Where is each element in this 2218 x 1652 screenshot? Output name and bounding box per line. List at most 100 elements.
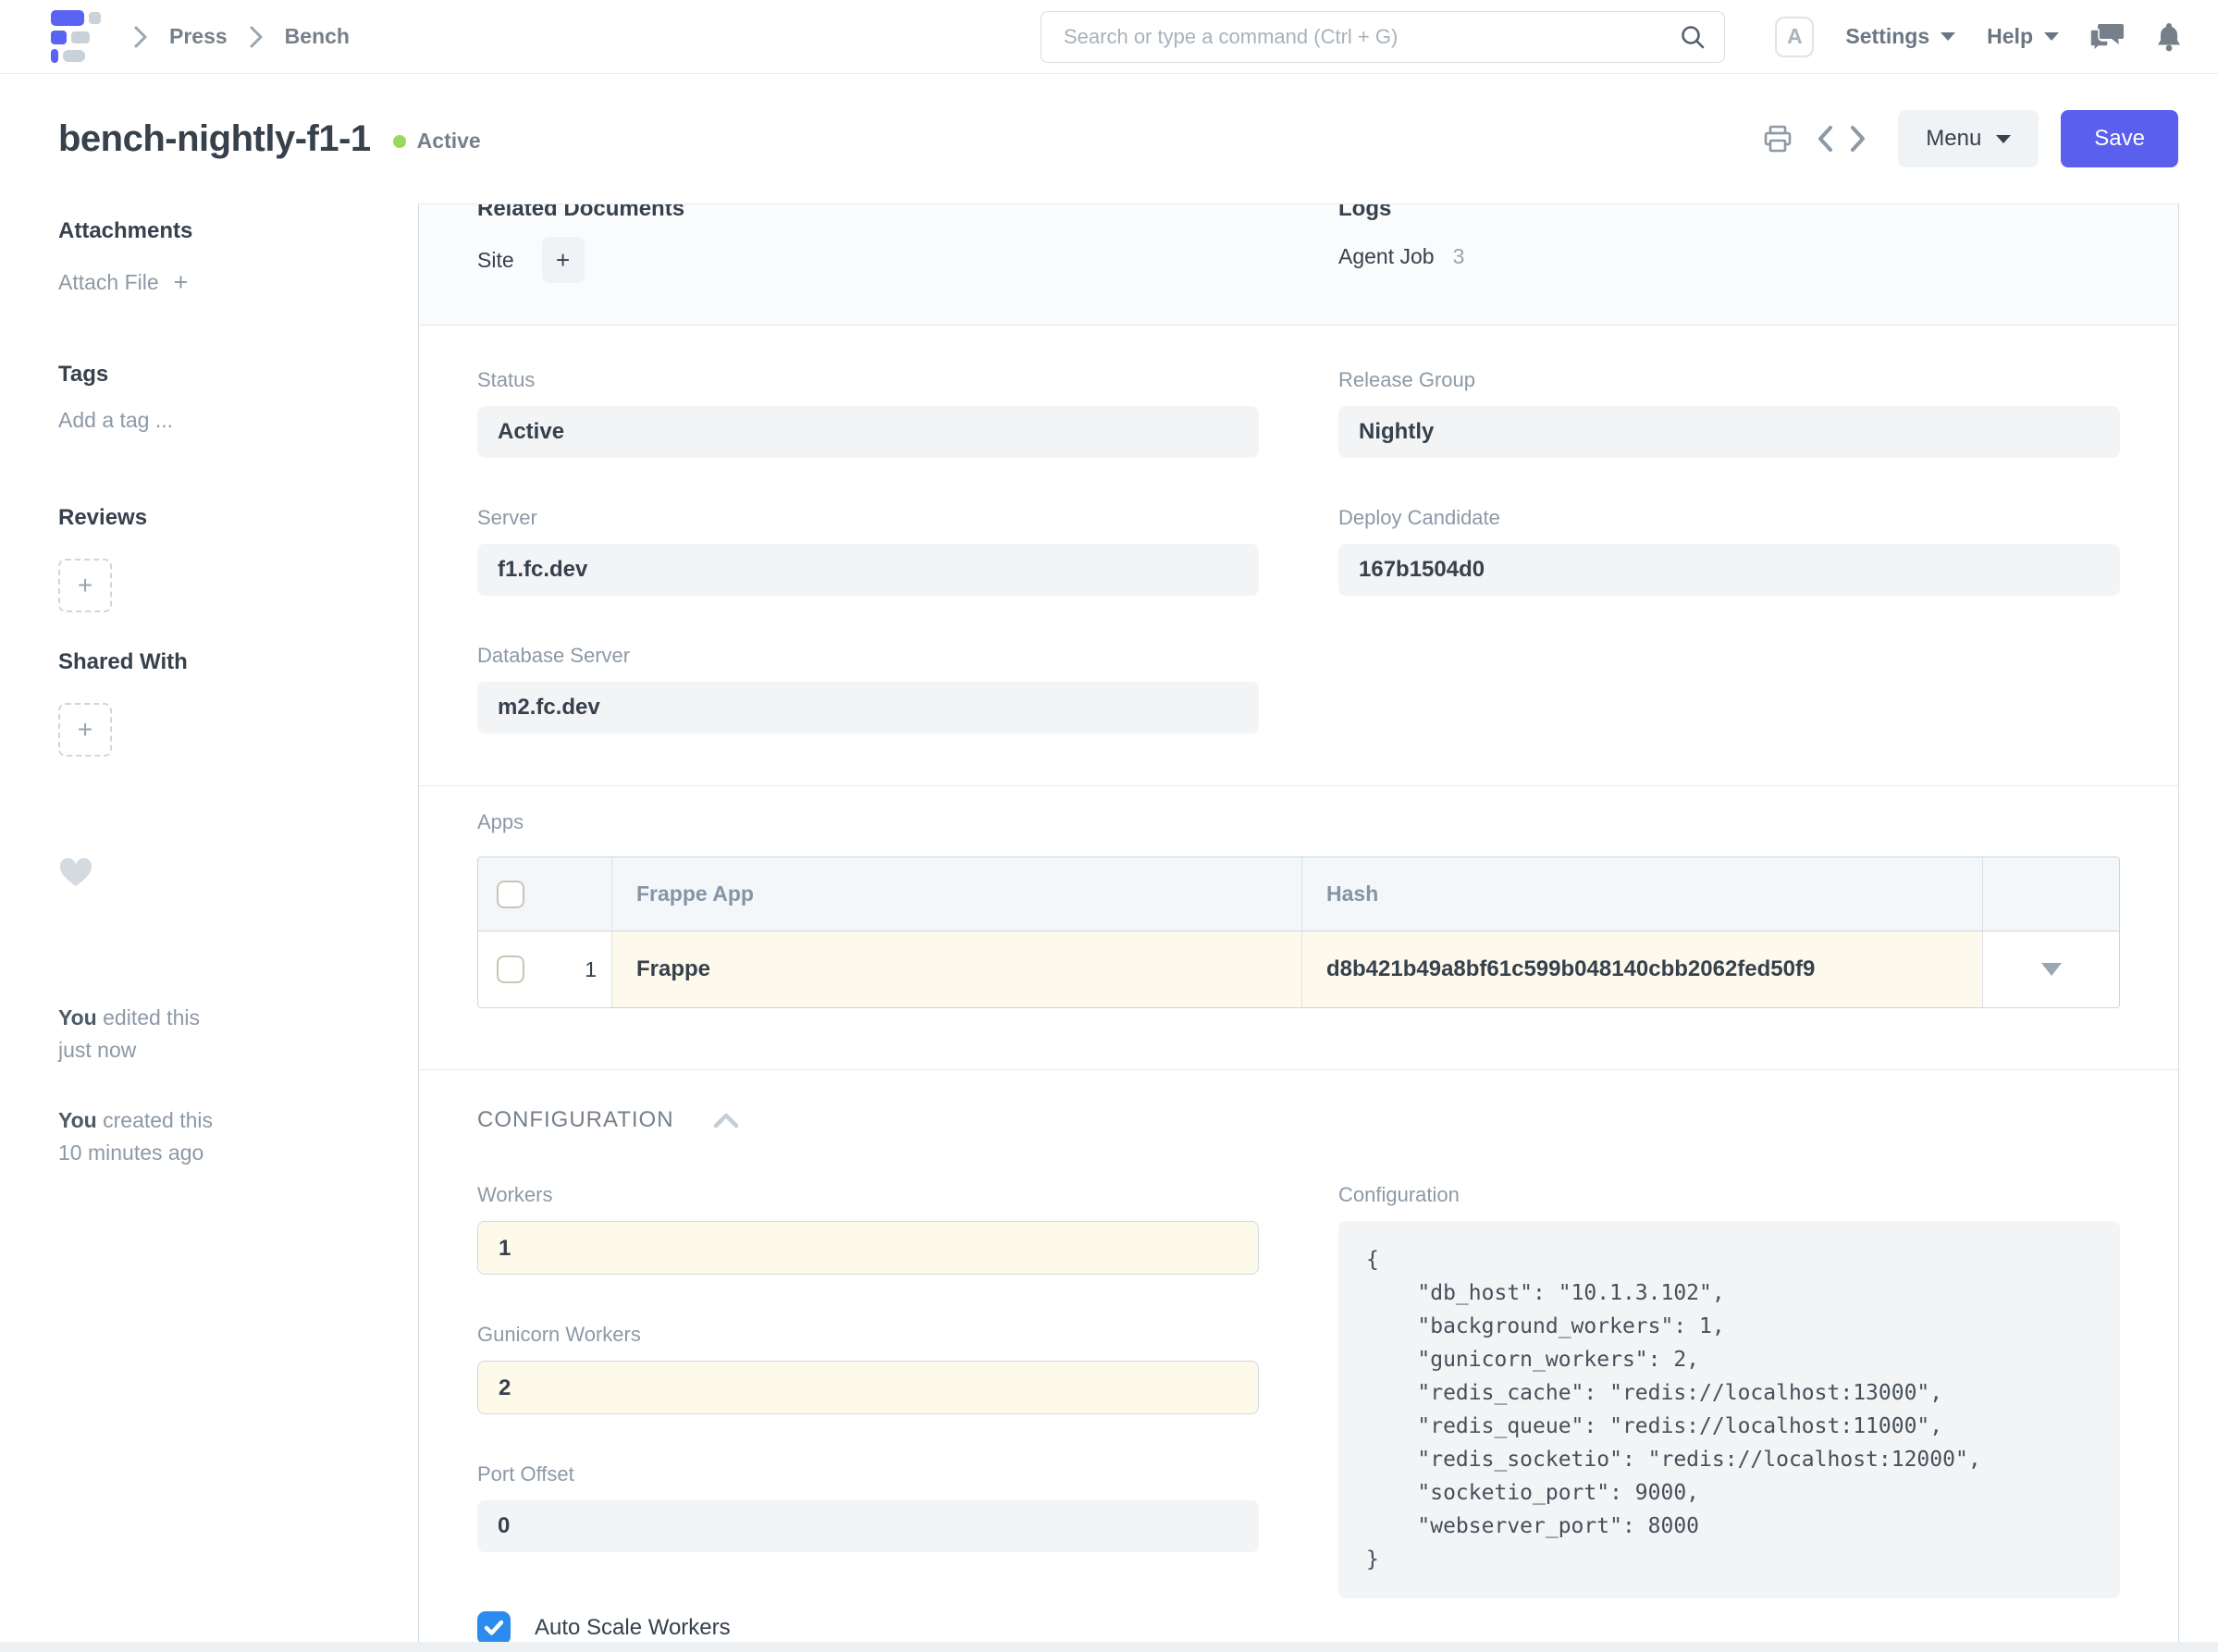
status-indicator-dot bbox=[393, 135, 406, 148]
activity-edited: You edited this just now bbox=[58, 1002, 381, 1066]
configuration-json-code[interactable]: { "db_host": "10.1.3.102", "background_w… bbox=[1338, 1221, 2120, 1598]
form-dashboard: Related Documents Site + Logs Agent Job … bbox=[419, 203, 2178, 326]
gunicorn-workers-input[interactable]: 2 bbox=[477, 1361, 1259, 1414]
logs-block: Logs Agent Job 3 bbox=[1338, 204, 2120, 325]
next-document-chevron-icon[interactable] bbox=[1850, 124, 1867, 154]
workers-input[interactable]: 1 bbox=[477, 1221, 1259, 1275]
caret-down-icon bbox=[1996, 135, 2011, 143]
activity-user: You bbox=[58, 1108, 97, 1132]
attachments-title: Attachments bbox=[58, 218, 381, 244]
apps-header-app: Frappe App bbox=[612, 857, 1302, 931]
plus-icon: + bbox=[78, 571, 92, 600]
port-offset-label: Port Offset bbox=[477, 1462, 1259, 1486]
breadcrumb-chevron-icon bbox=[248, 24, 265, 50]
reviews-title: Reviews bbox=[58, 505, 381, 531]
notifications-bell-icon[interactable] bbox=[2155, 21, 2183, 53]
caret-down-icon bbox=[2044, 32, 2059, 41]
menu-button[interactable]: Menu bbox=[1898, 110, 2039, 167]
prev-document-chevron-icon[interactable] bbox=[1817, 124, 1833, 154]
workers-field: Workers 1 bbox=[477, 1183, 1259, 1275]
server-label: Server bbox=[477, 506, 1259, 530]
release-group-field: Release Group Nightly bbox=[1338, 368, 2120, 458]
auto-scale-checkbox[interactable] bbox=[477, 1611, 511, 1645]
activity-action: created this bbox=[103, 1108, 213, 1132]
help-menu[interactable]: Help bbox=[1987, 24, 2059, 49]
port-offset-field: Port Offset 0 bbox=[477, 1462, 1259, 1552]
deploy-candidate-label: Deploy Candidate bbox=[1338, 506, 2120, 530]
row-expand-triangle-icon[interactable] bbox=[2041, 963, 2062, 976]
auto-scale-label: Auto Scale Workers bbox=[535, 1615, 731, 1641]
tags-title: Tags bbox=[58, 362, 381, 388]
breadcrumb-bench[interactable]: Bench bbox=[285, 24, 350, 49]
avatar[interactable]: A bbox=[1775, 17, 1814, 57]
form-sidebar: Attachments Attach File + Tags Add a tag… bbox=[0, 203, 418, 1642]
gunicorn-workers-field: Gunicorn Workers 2 bbox=[477, 1323, 1259, 1414]
auto-scale-workers-field[interactable]: Auto Scale Workers bbox=[477, 1611, 1259, 1645]
like-button[interactable] bbox=[58, 857, 381, 893]
status-input[interactable]: Active bbox=[477, 406, 1259, 458]
chat-icon[interactable] bbox=[2090, 22, 2124, 52]
caret-down-icon bbox=[1941, 32, 1955, 41]
database-server-field: Database Server m2.fc.dev bbox=[477, 644, 1259, 734]
related-documents-title: Related Documents bbox=[477, 203, 1259, 222]
attach-file-label: Attach File bbox=[58, 270, 159, 295]
database-server-label: Database Server bbox=[477, 644, 1259, 668]
agent-job-link[interactable]: Agent Job bbox=[1338, 244, 1435, 269]
row-checkbox[interactable] bbox=[497, 955, 524, 983]
activity-user: You bbox=[58, 1005, 97, 1029]
table-cell-app[interactable]: Frappe bbox=[612, 931, 1302, 1007]
shared-with-title: Shared With bbox=[58, 649, 381, 675]
heart-icon bbox=[58, 857, 93, 888]
plus-icon: + bbox=[556, 246, 570, 275]
search-input[interactable] bbox=[1041, 25, 1680, 49]
table-cell-hash[interactable]: d8b421b49a8bf61c599b048140cbb2062fed50f9 bbox=[1302, 931, 1983, 1007]
form-main: Related Documents Site + Logs Agent Job … bbox=[418, 203, 2179, 1642]
workers-label: Workers bbox=[477, 1183, 1259, 1207]
configuration-section: CONFIGURATION Workers 1 Gunicorn Workers… bbox=[419, 1070, 2178, 1645]
print-icon[interactable] bbox=[1763, 124, 1793, 154]
new-site-button[interactable]: + bbox=[542, 237, 585, 283]
site-link[interactable]: Site bbox=[477, 248, 514, 273]
deploy-candidate-input[interactable]: 167b1504d0 bbox=[1338, 544, 2120, 596]
apps-header-select bbox=[478, 857, 612, 931]
server-field: Server f1.fc.dev bbox=[477, 506, 1259, 596]
navbar-right: A Settings Help bbox=[1775, 17, 2183, 57]
release-group-input[interactable]: Nightly bbox=[1338, 406, 2120, 458]
activity-action: edited this bbox=[103, 1005, 200, 1029]
database-server-input[interactable]: m2.fc.dev bbox=[477, 682, 1259, 734]
related-documents-block: Related Documents Site + bbox=[477, 204, 1259, 325]
apps-section: Apps Frappe App Hash 1 Frappe bbox=[419, 786, 2178, 1070]
save-button[interactable]: Save bbox=[2061, 110, 2178, 167]
apps-header-actions bbox=[1983, 857, 2119, 931]
page-actions: Menu Save bbox=[1739, 110, 2178, 167]
checkmark-icon bbox=[484, 1620, 504, 1636]
menu-button-label: Menu bbox=[1926, 126, 1981, 152]
configuration-section-header[interactable]: CONFIGURATION bbox=[477, 1107, 2120, 1133]
activity-created: You created this 10 minutes ago bbox=[58, 1104, 381, 1168]
apps-header-hash: Hash bbox=[1302, 857, 1983, 931]
plus-icon: + bbox=[174, 268, 189, 297]
add-tag-input[interactable]: Add a tag ... bbox=[58, 408, 381, 433]
row-index[interactable]: 1 bbox=[585, 957, 597, 982]
breadcrumb-chevron-icon bbox=[132, 24, 149, 50]
apps-table: Frappe App Hash 1 Frappe d8b421b49a8bf61… bbox=[477, 857, 2120, 1008]
agent-job-count: 3 bbox=[1453, 244, 1465, 269]
content-layout: Attachments Attach File + Tags Add a tag… bbox=[0, 203, 2218, 1642]
settings-menu[interactable]: Settings bbox=[1845, 24, 1955, 49]
activity-time: just now bbox=[58, 1038, 136, 1062]
plus-icon: + bbox=[78, 715, 92, 745]
select-all-checkbox[interactable] bbox=[497, 881, 524, 908]
logs-title: Logs bbox=[1338, 203, 2120, 222]
release-group-label: Release Group bbox=[1338, 368, 2120, 392]
add-review-button[interactable]: + bbox=[58, 559, 112, 612]
app-logo-icon[interactable] bbox=[51, 10, 101, 63]
add-share-button[interactable]: + bbox=[58, 703, 112, 757]
search-icon[interactable] bbox=[1680, 24, 1706, 50]
deploy-candidate-field: Deploy Candidate 167b1504d0 bbox=[1338, 506, 2120, 596]
server-input[interactable]: f1.fc.dev bbox=[477, 544, 1259, 596]
attach-file-button[interactable]: Attach File + bbox=[58, 268, 381, 297]
configuration-json-label: Configuration bbox=[1338, 1183, 2120, 1207]
help-label: Help bbox=[1987, 24, 2033, 49]
port-offset-input[interactable]: 0 bbox=[477, 1500, 1259, 1552]
breadcrumb-press[interactable]: Press bbox=[169, 24, 228, 49]
